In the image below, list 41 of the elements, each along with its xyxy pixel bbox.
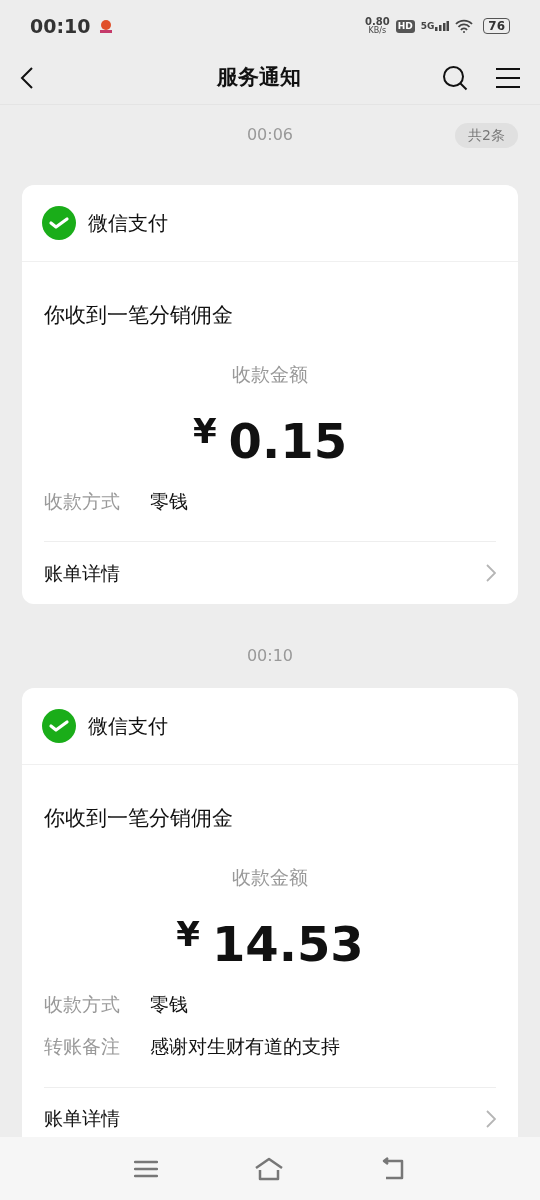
app-name: 微信支付 xyxy=(88,713,168,740)
message-time: 00:06 xyxy=(246,124,294,146)
amount-label: 收款金额 xyxy=(232,865,308,890)
network-type: 5G xyxy=(420,21,435,31)
chevron-right-icon xyxy=(486,564,496,582)
page-title: 服务通知 xyxy=(215,64,302,92)
menu-nav-icon[interactable] xyxy=(134,1158,158,1179)
row-label: 收款方式 xyxy=(44,991,121,1017)
payment-logo-icon xyxy=(42,206,76,240)
app-name: 微信支付 xyxy=(88,210,168,237)
currency-symbol: ¥ xyxy=(192,409,217,453)
search-icon[interactable] xyxy=(442,65,468,91)
row-value: 零钱 xyxy=(150,488,188,514)
bill-details-link[interactable]: 账单详情 xyxy=(44,1087,496,1137)
payment-logo-icon xyxy=(42,709,76,743)
battery-level: 76 xyxy=(483,18,510,34)
message-count-badge: 共2条 xyxy=(455,122,518,148)
row-value: 感谢对生财有道的支持 xyxy=(150,1034,340,1059)
row-label: 转账备注 xyxy=(44,1034,121,1059)
clock-time: 00:10 xyxy=(30,13,91,39)
chevron-right-icon xyxy=(486,1109,496,1128)
hd-badge: HD xyxy=(395,19,415,33)
row-label: 收款方式 xyxy=(44,488,121,514)
row-value: 零钱 xyxy=(150,991,188,1017)
network-speed: 0.80 xyxy=(364,17,390,26)
bill-details-link[interactable]: 账单详情 xyxy=(44,542,496,604)
back-icon xyxy=(20,66,34,90)
menu-icon[interactable] xyxy=(496,67,520,89)
amount-label: 收款金额 xyxy=(232,362,308,387)
message-title: 你收到一笔分销佣金 xyxy=(44,302,234,329)
currency-symbol: ¥ xyxy=(176,912,200,956)
amount-value: 14.53 xyxy=(211,914,364,974)
home-icon[interactable] xyxy=(254,1156,284,1181)
amount-value: 0.15 xyxy=(228,411,348,471)
back-nav-icon[interactable] xyxy=(380,1156,406,1181)
wifi-icon xyxy=(455,19,474,33)
message-title: 你收到一笔分销佣金 xyxy=(44,805,234,832)
signal-icon xyxy=(435,21,450,31)
message-time: 00:10 xyxy=(246,645,294,667)
network-speed-unit: KB/s xyxy=(368,26,387,35)
notification-icon xyxy=(98,18,115,34)
